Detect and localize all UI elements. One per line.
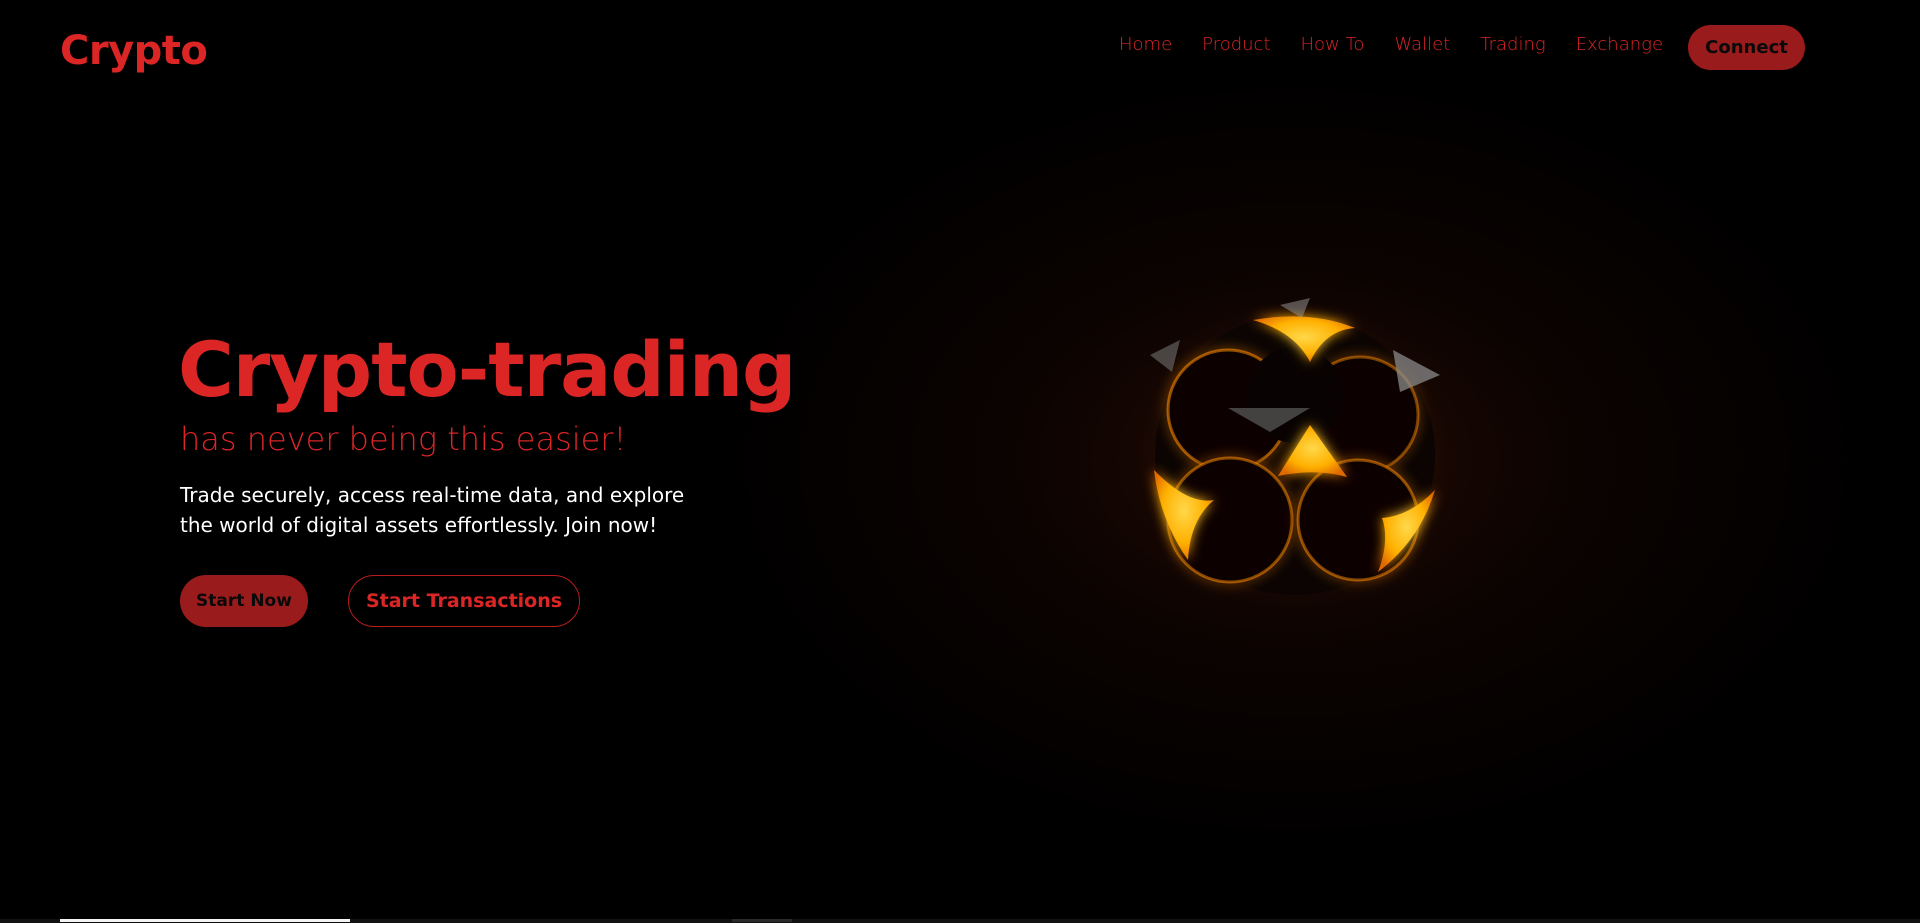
nav-wallet[interactable]: Wallet [1394, 34, 1450, 55]
connect-button[interactable]: Connect [1688, 25, 1805, 70]
nav-trading[interactable]: Trading [1480, 34, 1545, 55]
brand-logo[interactable]: Crypto [60, 28, 208, 74]
hero-description: Trade securely, access real-time data, a… [180, 480, 740, 540]
nav-product[interactable]: Product [1202, 34, 1270, 55]
progress-marker [732, 919, 792, 922]
hero-description-line-1: Trade securely, access real-time data, a… [180, 483, 685, 507]
nav-exchange[interactable]: Exchange [1576, 34, 1663, 55]
nav-home[interactable]: Home [1119, 34, 1172, 55]
landing-page: Crypto Home Product How To Wallet Tradin… [0, 0, 1920, 923]
main-nav: Home Product How To Wallet Trading Excha… [1119, 34, 1693, 55]
nav-how-to[interactable]: How To [1301, 34, 1365, 55]
glowing-crypto-orb-icon [1110, 280, 1470, 620]
hero-subtitle: has never being this easier! [180, 420, 627, 458]
start-now-button[interactable]: Start Now [180, 575, 308, 627]
progress-fill [60, 919, 350, 922]
hero-description-line-2: the world of digital assets effortlessly… [180, 513, 658, 537]
hero-title: Crypto-trading [178, 325, 796, 414]
start-transactions-button[interactable]: Start Transactions [348, 575, 580, 627]
orb-svg [1120, 290, 1470, 620]
